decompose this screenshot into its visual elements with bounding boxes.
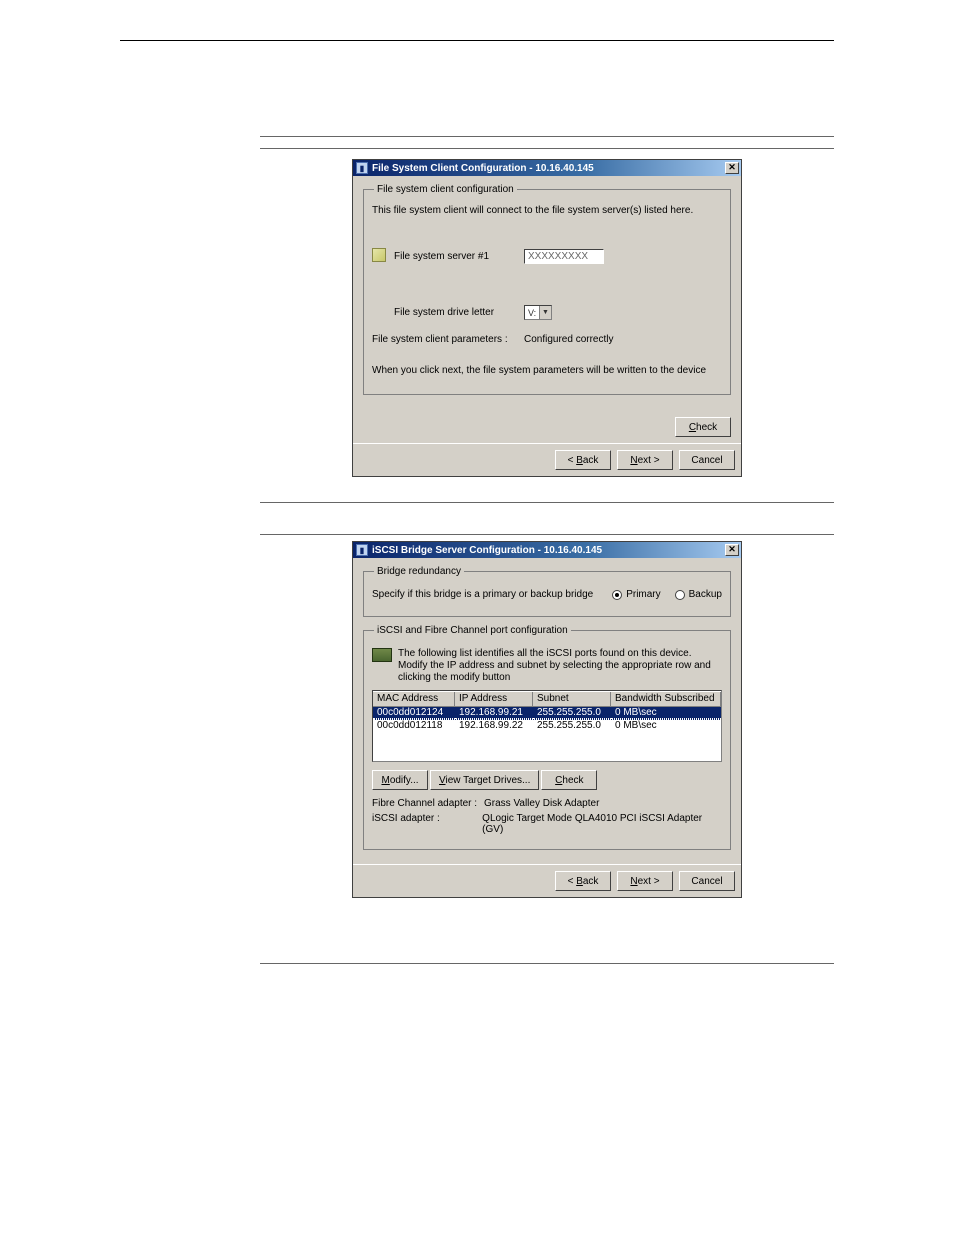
td-ip: 192.168.99.21 [455, 707, 533, 719]
iscsi-desc: The following list identifies all the iS… [398, 648, 722, 684]
backup-radio[interactable]: Backup [675, 589, 722, 600]
group-legend: Bridge redundancy [374, 566, 464, 577]
view-target-drives-button[interactable]: View Target Drives... [430, 770, 539, 790]
close-button[interactable]: ✕ [725, 544, 739, 556]
drive-label: File system drive letter [394, 307, 524, 318]
header-rule [120, 40, 834, 41]
iscsi-adapter-row: iSCSI adapter : QLogic Target Mode QLA40… [372, 813, 722, 835]
params-label: File system client parameters : [372, 334, 524, 345]
check-button[interactable]: Check [675, 417, 731, 437]
cancel-button[interactable]: Cancel [679, 450, 735, 470]
th-mac: MAC Address [373, 692, 455, 706]
separator-line [260, 143, 834, 149]
table-button-row: Modify... View Target Drives... Check [372, 770, 722, 790]
dialog-title: iSCSI Bridge Server Configuration - 10.1… [372, 545, 725, 556]
td-mac: 00c0dd012124 [373, 707, 455, 719]
next-button[interactable]: Next > [617, 450, 673, 470]
backup-label: Backup [689, 589, 722, 600]
intro-text: This file system client will connect to … [372, 205, 722, 216]
th-bandwidth: Bandwidth Subscribed [611, 692, 721, 706]
iscsi-ports-table[interactable]: MAC Address IP Address Subnet Bandwidth … [372, 690, 722, 762]
titlebar: ▮ iSCSI Bridge Server Configuration - 10… [353, 542, 741, 558]
table-header: MAC Address IP Address Subnet Bandwidth … [373, 691, 721, 707]
file-system-client-dialog: ▮ File System Client Configuration - 10.… [352, 159, 742, 477]
titlebar: ▮ File System Client Configuration - 10.… [353, 160, 741, 176]
primary-radio[interactable]: Primary [612, 589, 660, 600]
fc-value: Grass Valley Disk Adapter [484, 798, 599, 809]
td-mac: 00c0dd012118 [373, 720, 455, 731]
chevron-down-icon: ▼ [539, 306, 551, 319]
separator-line [260, 958, 834, 964]
group-iscsi-fc: iSCSI and Fibre Channel port configurati… [363, 625, 731, 850]
section-block-1: ▮ File System Client Configuration - 10.… [260, 131, 834, 964]
drive-value: V: [528, 308, 536, 318]
client-params-row: File system client parameters : Configur… [372, 334, 722, 345]
nic-icon [372, 648, 392, 666]
iscsi-bridge-dialog: ▮ iSCSI Bridge Server Configuration - 10… [352, 541, 742, 898]
back-button[interactable]: < Back [555, 871, 611, 891]
group-legend: iSCSI and Fibre Channel port configurati… [374, 625, 571, 636]
iscsi-value: QLogic Target Mode QLA4010 PCI iSCSI Ada… [482, 813, 722, 835]
separator-line [260, 131, 834, 137]
td-subnet: 255.255.255.0 [533, 707, 611, 719]
fss-input[interactable] [524, 249, 604, 264]
fss-label: File system server #1 [394, 251, 524, 262]
check-lbl-rest: heck [696, 422, 717, 433]
check-button[interactable]: Check [541, 770, 597, 790]
fc-label: Fibre Channel adapter : [372, 798, 484, 809]
server-icon [372, 248, 394, 265]
table-row[interactable]: 00c0dd012118 192.168.99.22 255.255.255.0… [373, 720, 721, 731]
dialog-icon: ▮ [356, 162, 368, 174]
modify-button[interactable]: Modify... [372, 770, 428, 790]
iscsi-label: iSCSI adapter : [372, 813, 482, 835]
fc-adapter-row: Fibre Channel adapter : Grass Valley Dis… [372, 798, 722, 809]
drive-letter-row: File system drive letter V: ▼ [372, 305, 722, 320]
dialog-body: Bridge redundancy Specify if this bridge… [353, 558, 741, 864]
dialog-body: File system client configuration This fi… [353, 176, 741, 409]
check-area: Check [353, 409, 741, 443]
group-file-system-client: File system client configuration This fi… [363, 184, 731, 395]
separator-line [260, 497, 834, 503]
dialog-footer: < Back Next > Cancel [353, 864, 741, 897]
group-bridge-redundancy: Bridge redundancy Specify if this bridge… [363, 566, 731, 617]
dialog-icon: ▮ [356, 544, 368, 556]
th-subnet: Subnet [533, 692, 611, 706]
td-bw: 0 MB\sec [611, 707, 721, 719]
file-system-server-row: File system server #1 [372, 248, 722, 265]
radio-icon [675, 590, 685, 600]
document-page: ▮ File System Client Configuration - 10.… [0, 0, 954, 1170]
radio-icon [612, 590, 622, 600]
td-ip: 192.168.99.22 [455, 720, 533, 731]
back-button[interactable]: < Back [555, 450, 611, 470]
drive-letter-dropdown[interactable]: V: ▼ [524, 305, 552, 320]
separator-line [260, 529, 834, 535]
note-text: When you click next, the file system par… [372, 365, 722, 376]
dialog-title: File System Client Configuration - 10.16… [372, 163, 725, 174]
redundancy-row: Specify if this bridge is a primary or b… [372, 589, 722, 600]
th-ip: IP Address [455, 692, 533, 706]
dialog-footer: < Back Next > Cancel [353, 443, 741, 476]
td-bw: 0 MB\sec [611, 720, 721, 731]
group-legend: File system client configuration [374, 184, 517, 195]
iscsi-desc-row: The following list identifies all the iS… [372, 648, 722, 684]
close-button[interactable]: ✕ [725, 162, 739, 174]
redundancy-desc: Specify if this bridge is a primary or b… [372, 589, 598, 600]
cancel-button[interactable]: Cancel [679, 871, 735, 891]
next-button[interactable]: Next > [617, 871, 673, 891]
primary-label: Primary [626, 589, 660, 600]
table-row[interactable]: 00c0dd012124 192.168.99.21 255.255.255.0… [373, 707, 721, 720]
params-value: Configured correctly [524, 334, 613, 345]
td-subnet: 255.255.255.0 [533, 720, 611, 731]
